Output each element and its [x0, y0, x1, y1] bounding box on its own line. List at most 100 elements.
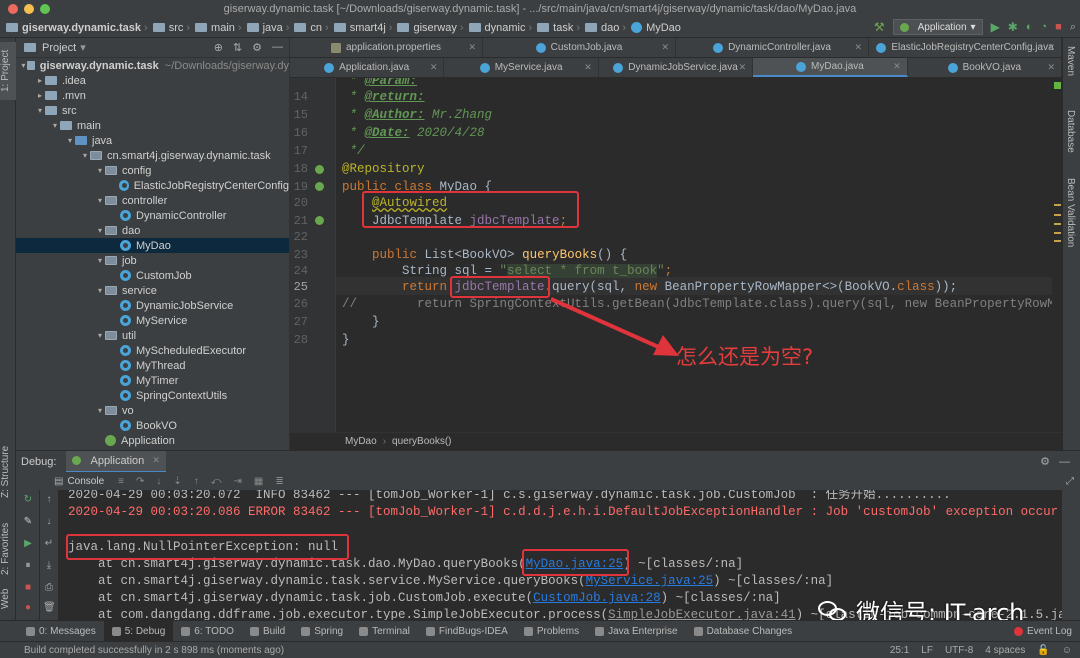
scroll-up-icon[interactable]: ↑ [43, 494, 55, 506]
stack-link[interactable]: CustomJob.java:28 [533, 591, 661, 605]
bean-icon[interactable] [315, 182, 324, 191]
chevron-down-icon[interactable]: ▾ [80, 41, 86, 54]
nav-crumb-giserway[interactable]: giserway › [395, 22, 466, 34]
stack-link[interactable]: MyService.java:25 [586, 574, 714, 588]
tool-tab-bean-validation[interactable]: Bean Validation [1065, 178, 1076, 247]
search-icon[interactable]: ⌕ [1070, 21, 1076, 34]
tool-tab-maven[interactable]: Maven [1065, 46, 1076, 76]
tree-item[interactable]: ▾ src [16, 103, 289, 118]
tree-item[interactable]: ▸ .idea [16, 73, 289, 88]
editor-tab[interactable]: MyService.java ✕ [444, 58, 599, 77]
nav-crumb-smart4j[interactable]: smart4j › [332, 22, 396, 34]
chevron-down-icon[interactable]: ▾ [20, 61, 27, 70]
editor-tab[interactable]: Application.java ✕ [290, 58, 445, 77]
nav-crumb-cn[interactable]: cn › [292, 22, 331, 34]
nav-crumb-java[interactable]: java › [245, 22, 293, 34]
minimize-window-button[interactable] [24, 4, 34, 14]
tree-item[interactable]: ▾ config [16, 163, 289, 178]
line-number[interactable]: 18 [290, 160, 308, 178]
hide-panel-icon[interactable]: — [272, 41, 283, 54]
pause-icon[interactable]: ⏸ [22, 560, 34, 572]
line-number[interactable]: 17 [290, 142, 308, 160]
chevron-right-icon[interactable]: ▸ [35, 76, 45, 85]
chevron-down-icon[interactable]: ▾ [95, 406, 105, 415]
warning-mark[interactable] [1054, 240, 1061, 242]
line-number[interactable]: 28 [290, 331, 308, 349]
chevron-down-icon[interactable]: ▾ [95, 166, 105, 175]
chevron-down-icon[interactable]: ▾ [95, 331, 105, 340]
close-icon[interactable]: ✕ [468, 42, 476, 53]
nav-crumb-task[interactable]: task › [535, 22, 583, 34]
chevron-down-icon[interactable]: ▾ [95, 196, 105, 205]
nav-crumb-mydao[interactable]: MyDao [629, 22, 681, 34]
tree-item[interactable]: ▾ cn.smart4j.giserway.dynamic.task [16, 148, 289, 163]
zoom-window-button[interactable] [40, 4, 50, 14]
chevron-right-icon[interactable]: ▸ [35, 91, 45, 100]
edit-config-icon[interactable]: ✎ [22, 516, 34, 528]
console-tab[interactable]: ▤ Console [16, 472, 112, 490]
debug-config-tab[interactable]: Application ✕ [66, 450, 166, 473]
file-encoding[interactable]: UTF-8 [945, 645, 973, 656]
line-number[interactable]: 22 [290, 228, 308, 246]
tree-item[interactable]: MyTimer [16, 373, 289, 388]
tool-tab-web[interactable]: Web [0, 586, 16, 612]
indent-setting[interactable]: 4 spaces [985, 645, 1025, 656]
view-breakpoints-icon[interactable]: ● [22, 602, 34, 614]
soft-wrap-icon[interactable]: ↵ [43, 538, 55, 550]
run-to-cursor-icon[interactable]: ⇥ [233, 476, 241, 487]
editor-tab[interactable]: application.properties ✕ [290, 38, 483, 57]
chevron-down-icon[interactable]: ▾ [65, 136, 75, 145]
tree-item[interactable]: SpringContextUtils [16, 388, 289, 403]
console-scrollbar[interactable]: ⤢ [1062, 472, 1080, 620]
bottom-tool-tab[interactable]: 0: Messages [18, 621, 104, 642]
build-hammer-icon[interactable]: ⚒ [874, 20, 885, 34]
bottom-tool-tab[interactable]: 6: TODO [173, 621, 242, 642]
close-icon[interactable]: ✕ [739, 62, 747, 73]
drop-frame-icon[interactable]: ⤺ [211, 476, 222, 487]
bottom-tool-tab[interactable]: Java Enterprise [587, 621, 685, 642]
tree-item[interactable]: ▾ service [16, 283, 289, 298]
tool-tab-database[interactable]: Database [1065, 110, 1076, 153]
trash-icon[interactable]: 🗑 [43, 602, 56, 614]
force-step-into-icon[interactable]: ⇣ [173, 476, 181, 487]
chevron-down-icon[interactable]: ▾ [95, 286, 105, 295]
tree-item[interactable]: ▾ vo [16, 403, 289, 418]
tree-item[interactable]: MyThread [16, 358, 289, 373]
warning-mark[interactable] [1054, 214, 1061, 216]
close-icon[interactable]: ✕ [152, 455, 160, 466]
tree-item[interactable]: ▾ controller [16, 193, 289, 208]
collapse-all-icon[interactable]: ⇅ [233, 41, 242, 54]
breadcrumb-method[interactable]: queryBooks() [392, 436, 451, 447]
line-number[interactable]: 14 [290, 88, 308, 106]
line-number[interactable]: 27 [290, 313, 308, 331]
chevron-down-icon[interactable]: ▾ [95, 226, 105, 235]
bottom-tool-tab[interactable]: Database Changes [686, 621, 801, 642]
tree-item[interactable]: ▾ main [16, 118, 289, 133]
expand-icon[interactable]: ⤢ [1066, 476, 1074, 487]
bean-icon[interactable] [315, 165, 324, 174]
warning-mark[interactable] [1054, 232, 1061, 234]
bottom-tool-tab[interactable]: Problems [516, 621, 587, 642]
close-icon[interactable]: ✕ [1047, 62, 1055, 73]
bottom-tool-tab[interactable]: Terminal [351, 621, 418, 642]
tree-item[interactable]: ▾ giserway.dynamic.task ~/Downloads/giserw… [16, 58, 289, 73]
resume-icon[interactable]: ▶ [22, 538, 34, 550]
tree-item[interactable]: DynamicJobService [16, 298, 289, 313]
line-number[interactable]: 25 [290, 278, 308, 296]
close-icon[interactable]: ✕ [584, 62, 592, 73]
close-icon[interactable]: ✕ [854, 42, 862, 53]
tool-tab-project[interactable]: 1: Project [0, 42, 16, 100]
line-separator[interactable]: LF [921, 645, 933, 656]
breadcrumb-class[interactable]: MyDao [345, 436, 377, 447]
line-number[interactable]: 15 [290, 106, 308, 124]
print-icon[interactable]: ⎙ [43, 582, 55, 594]
bottom-tool-tab[interactable]: Build [242, 621, 293, 642]
trace-icon[interactable]: ≣ [275, 476, 283, 487]
inspector-icon[interactable]: ☺ [1062, 645, 1072, 656]
nav-crumb-main[interactable]: main › [193, 22, 245, 34]
bottom-tool-tab[interactable]: FindBugs-IDEA [418, 621, 516, 642]
rerun-icon[interactable]: ↻ [22, 494, 34, 506]
run-icon[interactable]: ▶ [991, 20, 1000, 34]
close-icon[interactable]: ✕ [661, 42, 669, 53]
line-number[interactable]: 20 [290, 194, 308, 212]
